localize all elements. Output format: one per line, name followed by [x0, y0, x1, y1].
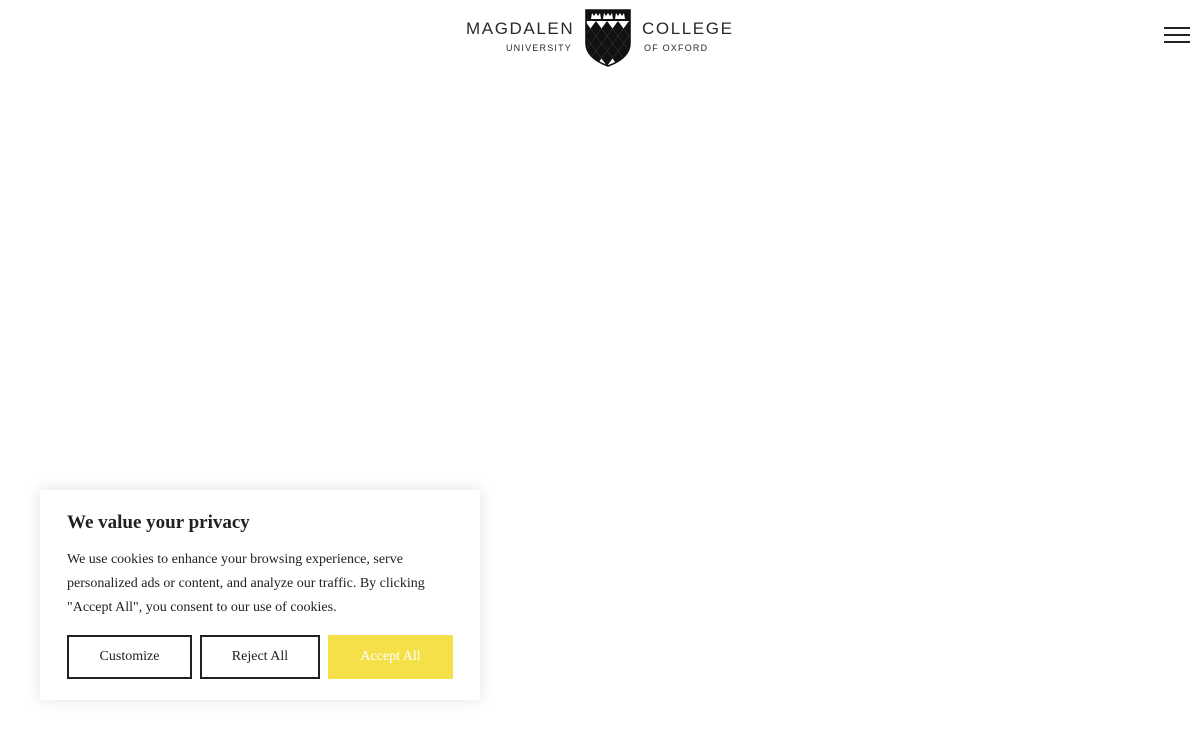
crest-shield-icon: [585, 9, 631, 67]
logo-left-text: MAGDALEN UNIVERSITY: [466, 9, 574, 54]
customize-button[interactable]: Customize: [67, 635, 192, 679]
college-logo[interactable]: MAGDALEN UNIVERSITY COLLEGE OF OXFORD: [466, 9, 734, 67]
hamburger-line: [1164, 27, 1190, 29]
hamburger-line: [1164, 34, 1190, 36]
hamburger-menu-icon[interactable]: [1164, 25, 1190, 45]
logo-university: UNIVERSITY: [505, 43, 572, 53]
cookie-banner-text: We use cookies to enhance your browsing …: [67, 552, 425, 615]
page: MAGDALEN UNIVERSITY COLLEGE OF OXFORD We…: [0, 0, 1200, 740]
hamburger-line: [1164, 41, 1190, 43]
accept-all-button[interactable]: Accept All: [328, 635, 453, 679]
logo-right-text: COLLEGE OF OXFORD: [642, 9, 742, 54]
reject-all-button[interactable]: Reject All: [200, 635, 320, 679]
logo-college: COLLEGE: [642, 19, 734, 38]
cookie-consent-banner: We value your privacy We use cookies to …: [40, 490, 480, 700]
cookie-banner-title: We value your privacy: [67, 512, 250, 533]
logo-of-oxford: OF OXFORD: [644, 43, 709, 53]
logo-magdalen: MAGDALEN: [466, 19, 575, 38]
site-header: MAGDALEN UNIVERSITY COLLEGE OF OXFORD: [0, 0, 1200, 76]
